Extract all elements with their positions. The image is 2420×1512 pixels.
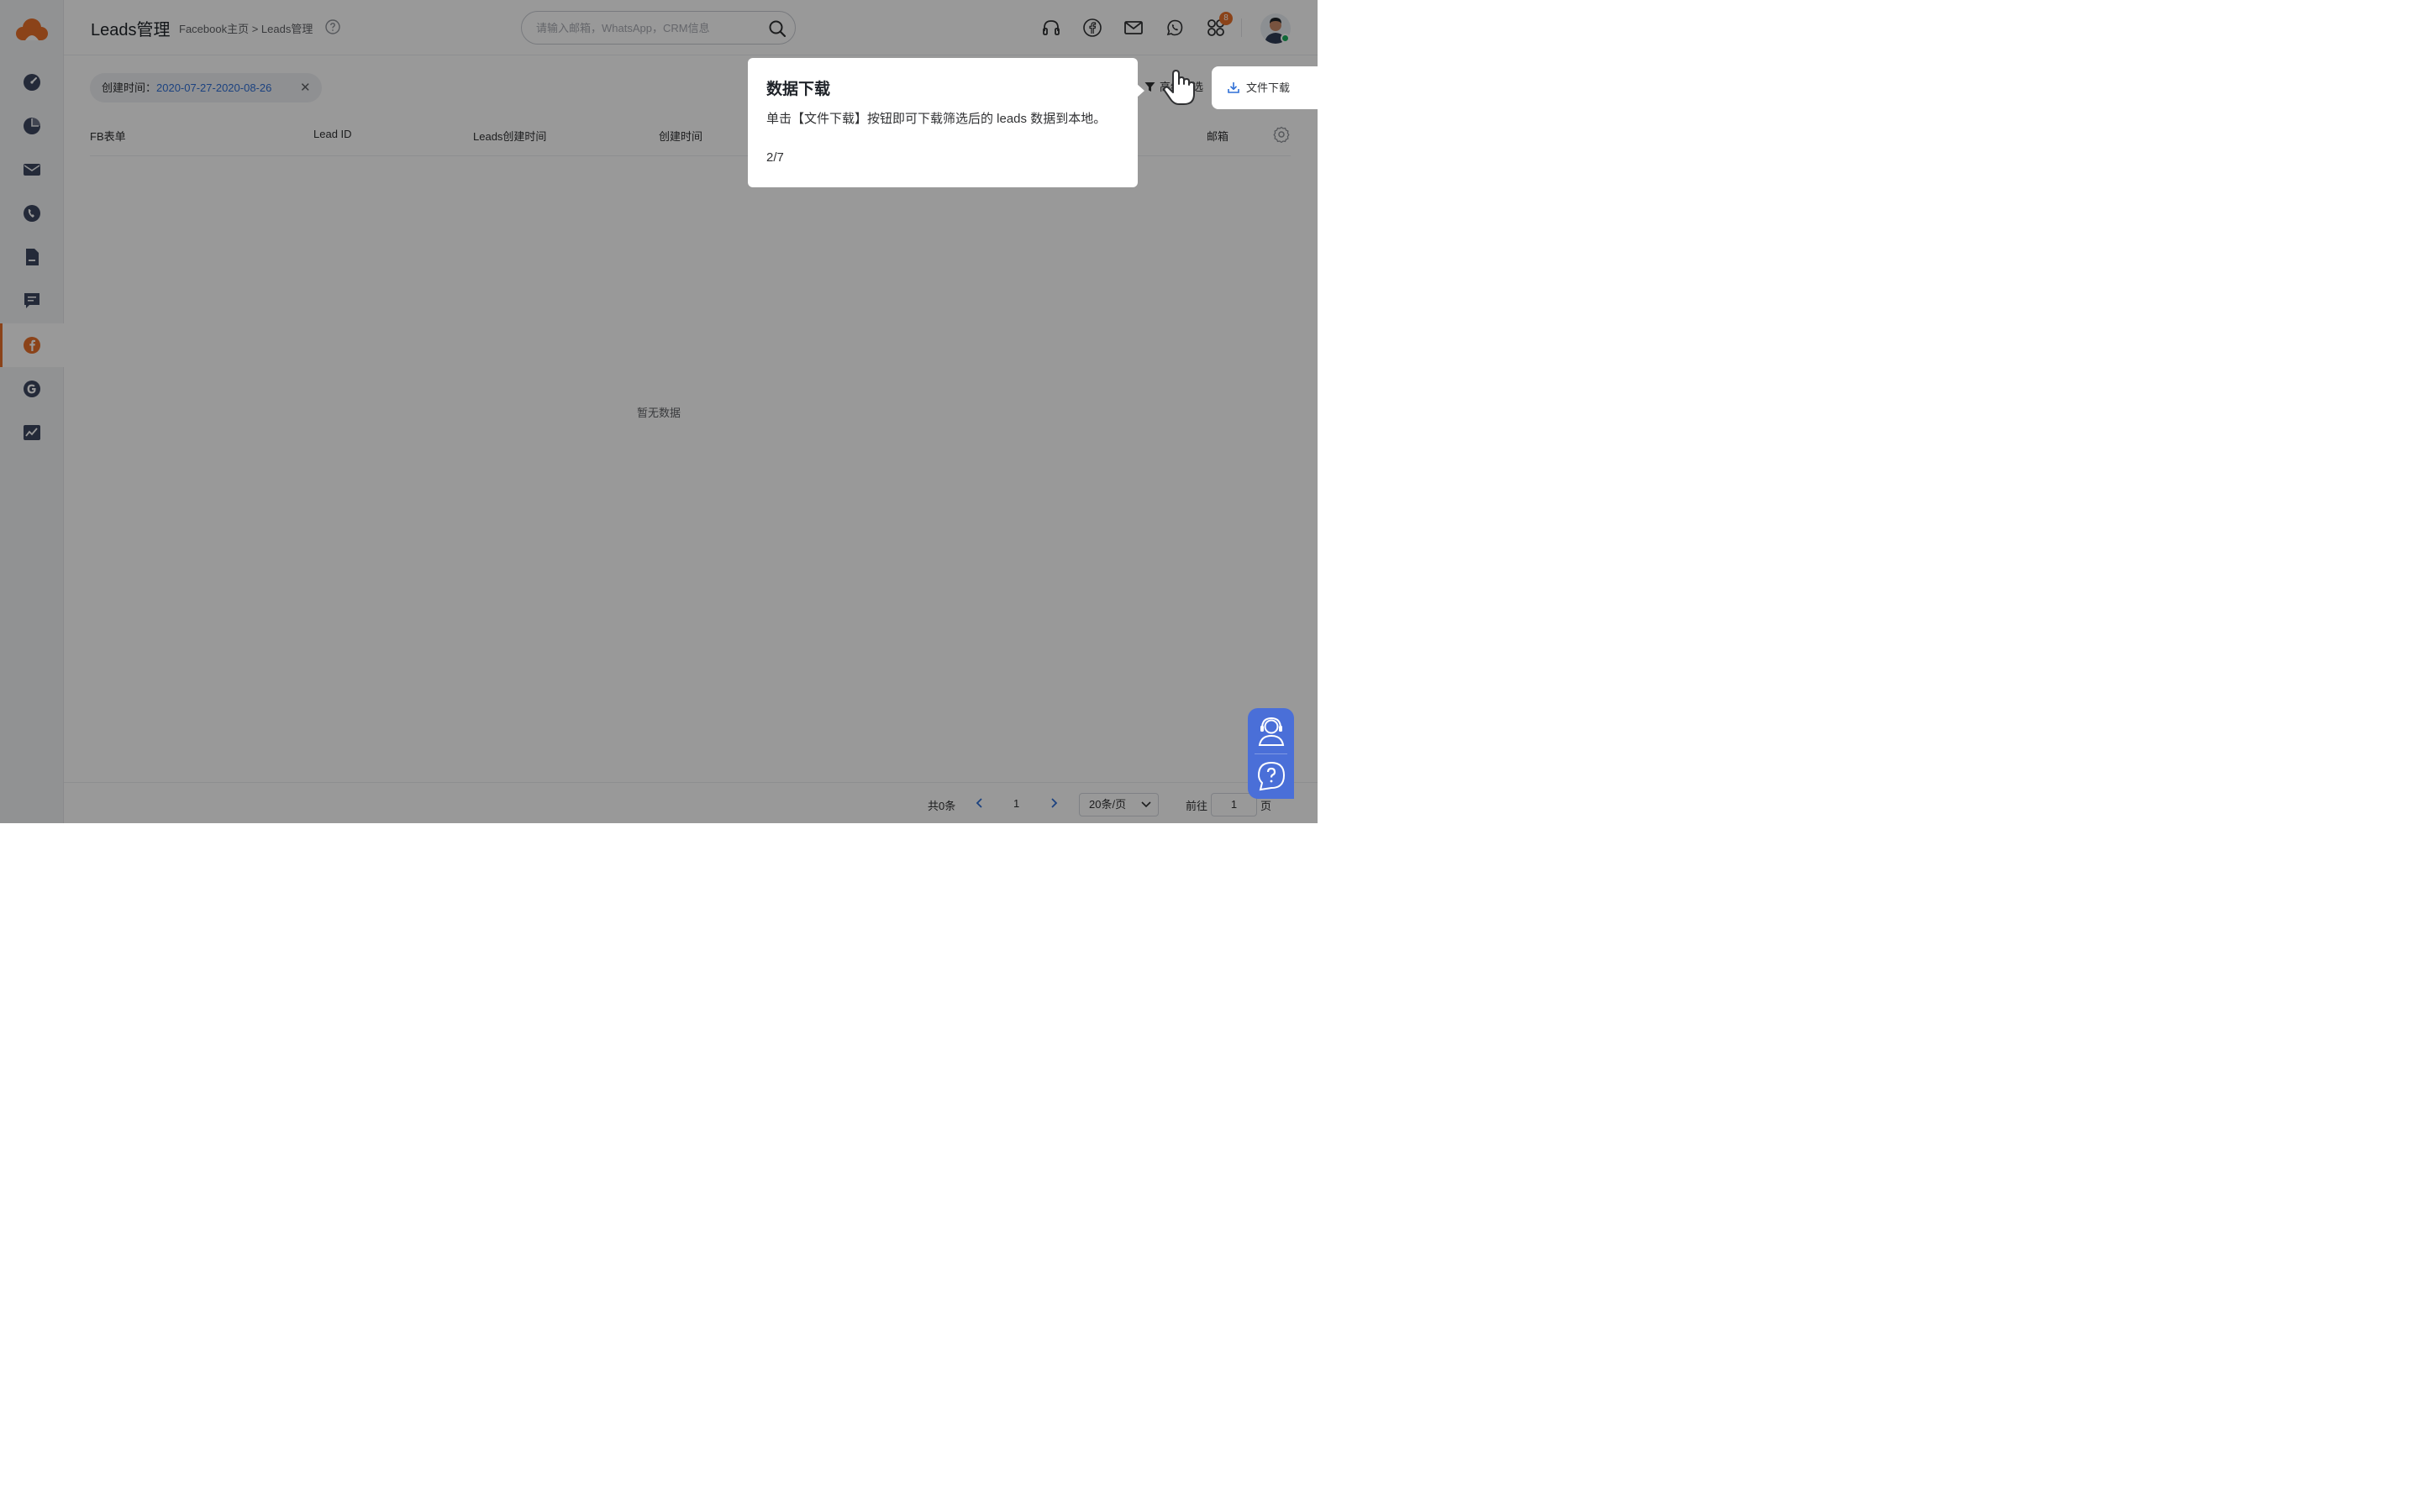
- tour-title: 数据下载: [766, 81, 831, 98]
- tour-popover: 数据下载 单击【文件下载】按钮即可下载筛选后的 leads 数据到本地。 2/7: [748, 58, 1144, 187]
- download-file-label: 文件下载: [1246, 81, 1291, 94]
- customer-service-icon[interactable]: [1256, 715, 1286, 747]
- download-file-button[interactable]: 文件下载: [1212, 66, 1318, 109]
- support-widget: [1248, 708, 1294, 799]
- download-icon: [1228, 82, 1239, 93]
- hand-pointer-icon: [1163, 70, 1195, 105]
- help-chat-icon[interactable]: [1256, 760, 1286, 792]
- tour-description: 单击【文件下载】按钮即可下载筛选后的 leads 数据到本地。: [766, 112, 1107, 126]
- support-divider: [1255, 753, 1287, 754]
- tour-step-indicator: 2/7: [766, 150, 784, 165]
